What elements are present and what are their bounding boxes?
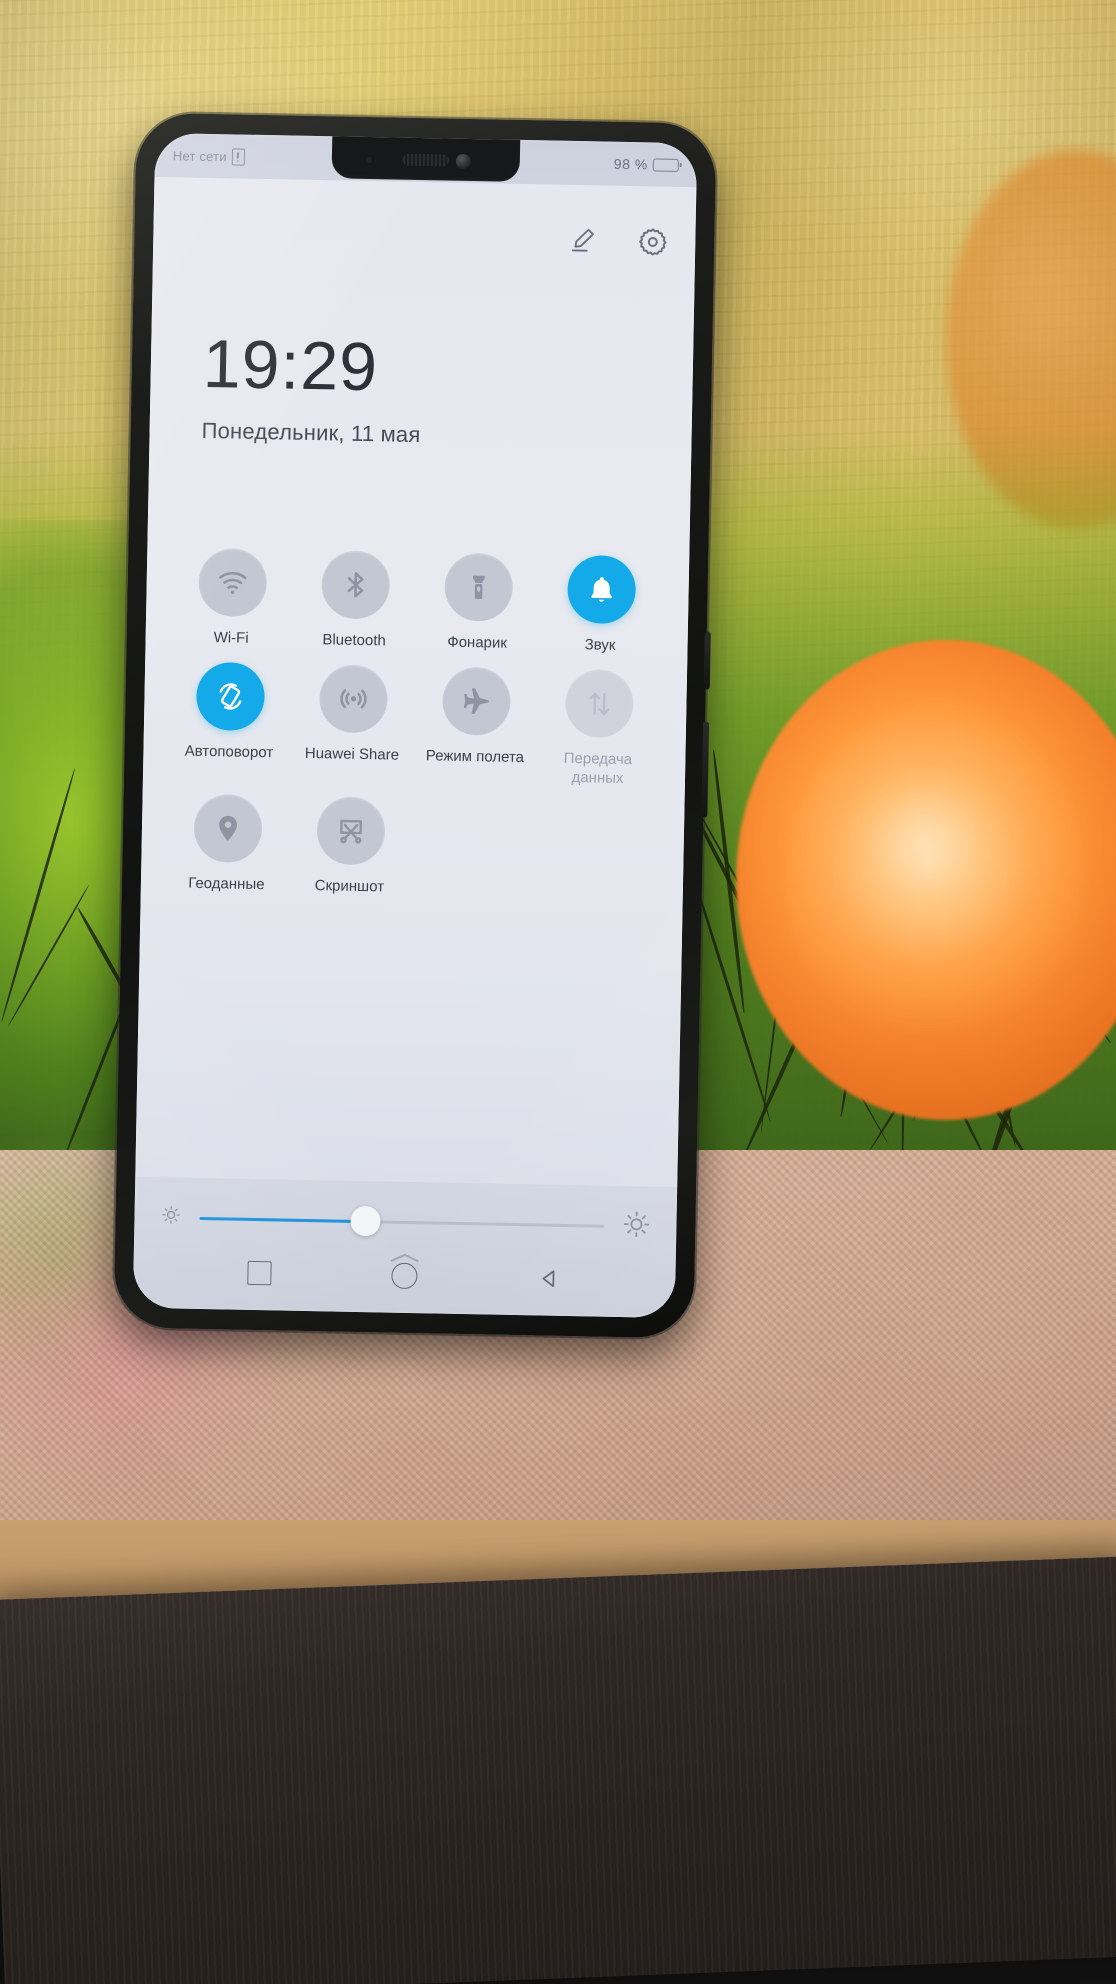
huawei-share-icon-circle[interactable] [318, 663, 388, 734]
phone-screen-area: Нет сети 98 % 19:29 Понедельник, 11 мая … [132, 132, 698, 1319]
quick-toggle-grid: Wi-Fi Bluetooth Фонарик Звук Автоповорот… [140, 547, 689, 917]
panel-action-buttons [565, 223, 670, 259]
quick-toggle-wifi[interactable]: Wi-Fi [169, 547, 294, 649]
brightness-slider[interactable] [199, 1205, 605, 1237]
quick-toggle-label: Huawei Share [304, 744, 400, 764]
clock-block: 19:29 Понедельник, 11 мая [201, 325, 422, 448]
flashlight-icon-circle[interactable] [443, 552, 513, 622]
navigation-bar [132, 1233, 677, 1319]
quick-toggle-huawei-share[interactable]: Huawei Share [290, 663, 415, 765]
background-orange-slice-center [786, 700, 1086, 1060]
location-pin-icon-circle[interactable] [192, 794, 263, 864]
quick-toggle-label: Фонарик [447, 633, 508, 652]
background-dark-surface-texture [0, 1556, 1116, 1984]
quick-toggle-label: Скриншот [314, 877, 385, 896]
quick-toggle-label: Геоданные [188, 874, 265, 894]
quick-toggle-label: Bluetooth [322, 631, 386, 650]
display-notch [331, 132, 521, 182]
quick-toggle-flashlight[interactable]: Фонарик [415, 552, 540, 654]
network-status-label: Нет сети [172, 147, 227, 164]
photo-of-phone-scene: Нет сети 98 % 19:29 Понедельник, 11 мая … [0, 0, 1116, 1984]
wifi-icon-circle[interactable] [197, 547, 267, 618]
quick-toggle-label: Звук [584, 636, 616, 654]
bluetooth-icon-circle[interactable] [320, 550, 390, 620]
square-recents-icon[interactable] [247, 1260, 272, 1286]
triangle-back-icon[interactable] [537, 1266, 561, 1290]
quick-settings-panel: 19:29 Понедельник, 11 мая Wi-Fi Bluetoot… [135, 176, 697, 1263]
quick-toggle-label: Автоповорот [184, 742, 274, 762]
quick-toggle-autorotate[interactable]: Автоповорот [167, 661, 292, 763]
quick-toggle-label: Передача данных [563, 749, 633, 787]
brightness-low-icon [160, 1204, 181, 1230]
phone-device: Нет сети 98 % 19:29 Понедельник, 11 мая … [113, 112, 717, 1339]
quick-toggle-sound[interactable]: Звук [538, 554, 663, 656]
clock-time: 19:29 [202, 325, 379, 406]
quick-toggle-bluetooth[interactable]: Bluetooth [292, 550, 417, 652]
pencil-edit-icon[interactable] [565, 223, 600, 258]
quick-toggle-screenshot[interactable]: Скриншот [288, 796, 413, 898]
proximity-sensor-icon [365, 156, 372, 164]
battery-icon [652, 157, 679, 172]
screenshot-scissors-icon-circle[interactable] [315, 796, 386, 866]
quick-settings-screen: Нет сети 98 % 19:29 Понедельник, 11 мая … [132, 132, 698, 1319]
quick-toggle-row: Wi-Fi Bluetooth Фонарик Звук [145, 547, 689, 657]
brightness-slider-fill [199, 1216, 366, 1223]
quick-toggle-location[interactable]: Геоданные [165, 793, 290, 895]
bell-sound-icon-circle[interactable] [566, 554, 636, 625]
quick-toggle-airplane-mode[interactable]: Режим полета [413, 666, 538, 768]
earpiece-speaker [402, 153, 449, 167]
brightness-high-icon [622, 1210, 651, 1244]
data-transfer-icon-circle[interactable] [564, 668, 634, 738]
quick-toggle-label: Режим полета [425, 746, 525, 766]
quick-toggle-label: Wi-Fi [213, 629, 249, 647]
auto-rotate-icon-circle[interactable] [195, 661, 265, 731]
status-bar-left: Нет сети [172, 147, 245, 166]
power-button[interactable] [703, 631, 711, 690]
clock-date: Понедельник, 11 мая [201, 417, 421, 448]
status-bar-right: 98 % [614, 156, 679, 173]
gear-icon[interactable] [635, 224, 670, 259]
airplane-icon-circle[interactable] [441, 666, 511, 736]
sim-card-icon [231, 147, 245, 166]
quick-toggle-row: Геоданные Скриншот [141, 793, 685, 903]
brightness-slider-knob[interactable] [350, 1205, 381, 1237]
front-camera [455, 153, 471, 169]
battery-percent-label: 98 % [613, 155, 648, 173]
quick-toggle-mobile-data[interactable]: Передача данных [536, 668, 661, 789]
quick-toggle-row: Автоповорот Huawei Share Режим полета Пе… [143, 661, 687, 790]
circle-home-icon[interactable] [391, 1262, 418, 1290]
